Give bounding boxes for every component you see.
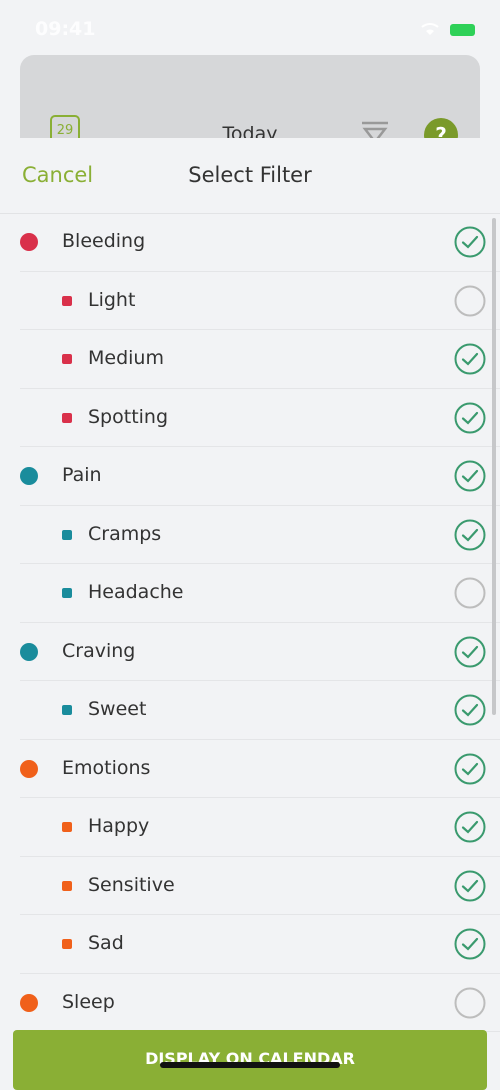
battery-icon	[450, 24, 475, 36]
subcategory-color-square	[62, 822, 72, 832]
filter-label: Spotting	[88, 405, 169, 428]
display-on-calendar-button[interactable]: DISPLAY ON CALENDAR	[13, 1030, 487, 1090]
subcategory-color-square	[62, 529, 72, 540]
filter-label: Medium	[88, 347, 164, 369]
unchecked-circle-icon[interactable]	[454, 285, 486, 317]
filter-row-sleep[interactable]: Sleep	[0, 974, 500, 1033]
checked-circle-icon[interactable]	[454, 636, 486, 668]
checked-circle-icon[interactable]	[454, 811, 486, 843]
category-color-dot	[20, 993, 38, 1012]
sheet-title: Select Filter	[188, 163, 312, 187]
category-color-dot	[20, 233, 38, 251]
home-indicator	[160, 1062, 340, 1068]
filter-row-sensitive[interactable]: Sensitive	[0, 857, 500, 916]
subcategory-color-square	[62, 939, 72, 949]
checked-circle-icon[interactable]	[454, 343, 486, 375]
filter-row-pain[interactable]: Pain	[0, 447, 500, 506]
filter-row-cramps[interactable]: Cramps	[0, 506, 500, 565]
filter-row-spotting[interactable]: Spotting	[0, 389, 500, 448]
category-color-dot	[20, 467, 38, 485]
subcategory-color-square	[62, 412, 72, 423]
unchecked-circle-icon[interactable]	[454, 577, 486, 609]
filter-label: Craving	[62, 639, 136, 662]
filter-label: Happy	[88, 815, 150, 837]
filter-label: Sweet	[88, 698, 147, 720]
checked-circle-icon[interactable]	[454, 402, 486, 434]
subcategory-color-square	[62, 295, 72, 306]
filter-row-happy[interactable]: Happy	[0, 798, 500, 857]
filter-label: Sad	[88, 932, 124, 954]
filter-row-craving[interactable]: Craving	[0, 623, 500, 682]
checked-circle-icon[interactable]	[454, 928, 486, 960]
filter-row-medium[interactable]: Medium	[0, 330, 500, 389]
wifi-icon	[421, 23, 439, 35]
subcategory-color-square	[62, 705, 72, 715]
background-calendar-header: 29 Today ?	[20, 55, 480, 138]
filter-row-headache[interactable]: Headache	[0, 564, 500, 623]
filter-row-light[interactable]: Light	[0, 272, 500, 331]
category-color-dot	[20, 642, 38, 661]
help-icon: ?	[424, 118, 458, 138]
sheet-header: Cancel Select Filter	[0, 138, 500, 214]
checked-circle-icon[interactable]	[454, 753, 486, 785]
today-label: Today	[222, 123, 278, 138]
filter-label: Cramps	[88, 522, 162, 545]
subcategory-color-square	[62, 354, 72, 364]
filter-list: Bleeding Light Medium Spotting Pain Cramps Hea…	[0, 213, 500, 1032]
scrollbar[interactable]	[492, 218, 496, 715]
subcategory-color-square	[62, 588, 72, 598]
filter-label: Bleeding	[62, 230, 146, 252]
filter-row-sad[interactable]: Sad	[0, 915, 500, 974]
filter-sheet: Cancel Select Filter Bleeding Light Medium…	[0, 138, 500, 1080]
filter-label: Pain	[62, 464, 102, 486]
filter-icon	[362, 121, 388, 138]
status-time: 09:41	[35, 18, 96, 40]
filter-row-emotions[interactable]: Emotions	[0, 740, 500, 799]
checked-circle-icon[interactable]	[454, 226, 486, 258]
checked-circle-icon[interactable]	[454, 870, 486, 902]
checked-circle-icon[interactable]	[454, 519, 486, 551]
category-color-dot	[20, 759, 38, 778]
checked-circle-icon[interactable]	[454, 460, 486, 492]
filter-label: Sleep	[62, 990, 115, 1013]
unchecked-circle-icon[interactable]	[454, 987, 486, 1019]
filter-row-bleeding[interactable]: Bleeding	[0, 213, 500, 272]
subcategory-color-square	[62, 880, 72, 891]
status-bar: 09:41	[0, 0, 500, 60]
filter-label: Emotions	[62, 756, 151, 779]
filter-label: Headache	[88, 581, 184, 603]
filter-label: Sensitive	[88, 873, 175, 896]
checked-circle-icon[interactable]	[454, 694, 486, 726]
filter-row-sweet[interactable]: Sweet	[0, 681, 500, 740]
filter-label: Light	[88, 288, 136, 311]
